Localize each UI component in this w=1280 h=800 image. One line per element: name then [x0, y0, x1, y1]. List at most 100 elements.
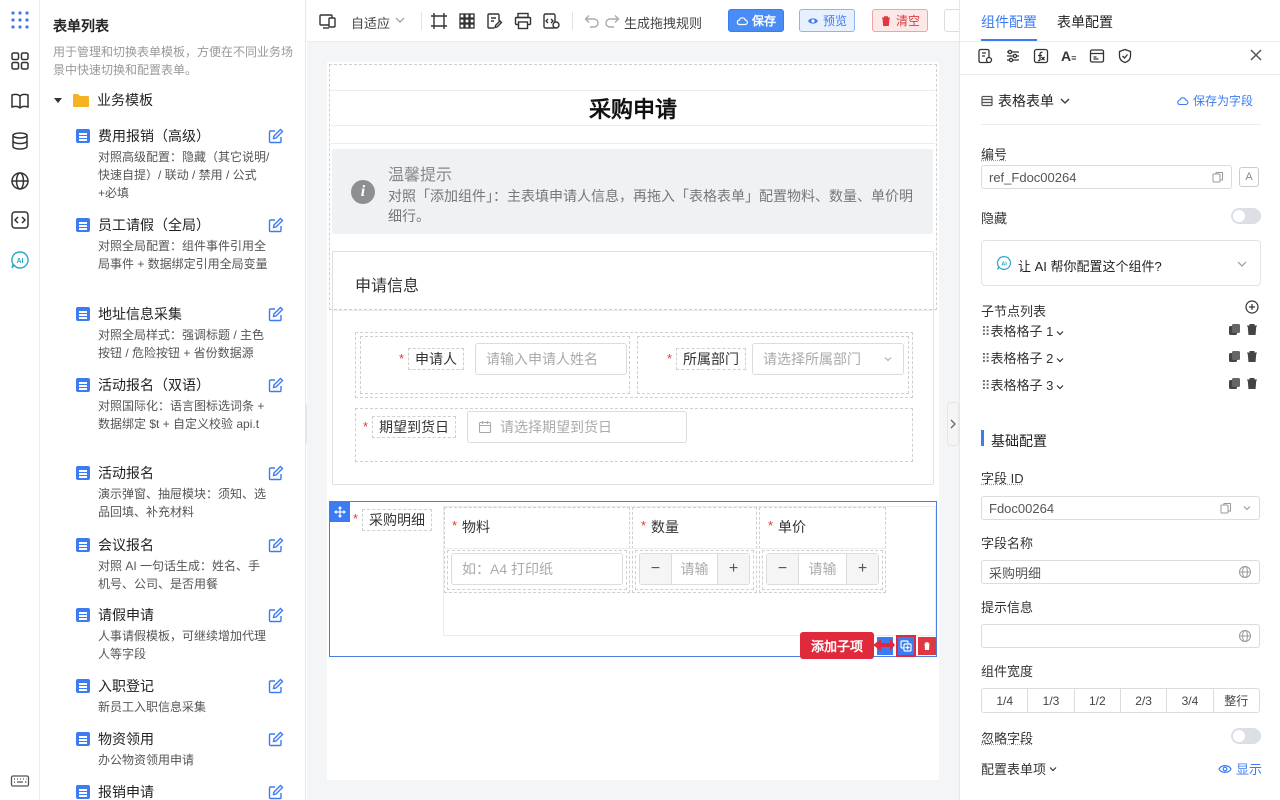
- child-node-item[interactable]: ⠿表格格子 3: [981, 375, 1261, 393]
- globe-icon[interactable]: [1238, 629, 1252, 643]
- chevron-down-icon[interactable]: [1242, 503, 1252, 513]
- table-form-selected[interactable]: * 采购明细 * 物料 * 数量 * 单价 如：A4 打印纸 − 请输 + − …: [329, 501, 937, 659]
- width-option[interactable]: 整行: [1214, 689, 1259, 712]
- config-items-toggle[interactable]: 配置表单项: [981, 759, 1058, 778]
- edit-icon[interactable]: [268, 678, 284, 694]
- edit-icon[interactable]: [268, 537, 284, 553]
- function-icon[interactable]: [1033, 48, 1049, 64]
- ai-config-box[interactable]: AI 让 AI 帮你配置这个组件?: [981, 240, 1261, 286]
- title-row[interactable]: 采购申请: [331, 90, 935, 126]
- trash-icon[interactable]: [1246, 323, 1258, 336]
- shield-icon[interactable]: [1117, 48, 1133, 64]
- tip-alert[interactable]: i 温馨提示 对照「添加组件」：主表填申请人信息，再拖入「表格表单」配置物料、数…: [332, 149, 933, 234]
- price-input[interactable]: 请输: [799, 554, 846, 584]
- close-panel-icon[interactable]: [1249, 48, 1263, 62]
- chevron-down-icon[interactable]: [1055, 328, 1065, 338]
- drag-handle[interactable]: [330, 502, 350, 522]
- copy-icon[interactable]: [1220, 502, 1232, 514]
- hint-input[interactable]: [981, 624, 1260, 648]
- style-sliders-icon[interactable]: [1005, 48, 1021, 64]
- components-icon[interactable]: [10, 51, 30, 71]
- price-plus-button[interactable]: +: [846, 554, 878, 584]
- adapt-select[interactable]: 自适应: [351, 13, 390, 32]
- dept-select[interactable]: 请选择所属部门: [752, 343, 904, 375]
- generate-drag-rule-button[interactable]: 生成拖拽规则: [624, 13, 702, 32]
- undo-icon[interactable]: [582, 12, 600, 30]
- copy-icon[interactable]: [1228, 350, 1241, 363]
- child-node-item[interactable]: ⠿表格格子 2: [981, 348, 1261, 366]
- edit-icon[interactable]: [268, 306, 284, 322]
- device-icon[interactable]: [319, 12, 337, 30]
- copy-icon[interactable]: [1228, 377, 1241, 390]
- child-node-item[interactable]: ⠿表格格子 1: [981, 321, 1261, 339]
- save-button[interactable]: 保存: [728, 9, 785, 32]
- add-child-icon[interactable]: [1245, 300, 1259, 314]
- edit-icon[interactable]: [268, 731, 284, 747]
- globe-icon[interactable]: [10, 171, 30, 191]
- price-stepper[interactable]: − 请输 +: [766, 553, 879, 585]
- preview-button[interactable]: 预览: [799, 9, 856, 32]
- copy-icon[interactable]: [1228, 323, 1241, 336]
- width-option[interactable]: 2/3: [1121, 689, 1168, 712]
- redo-icon[interactable]: [604, 12, 622, 30]
- trash-icon[interactable]: [1246, 350, 1258, 363]
- chevron-down-icon[interactable]: [394, 14, 408, 28]
- add-child-button[interactable]: [896, 635, 916, 657]
- price-minus-button[interactable]: −: [767, 554, 799, 584]
- more-button[interactable]: [944, 9, 959, 32]
- app-grid-icon[interactable]: [10, 10, 30, 30]
- qty-plus-button[interactable]: +: [717, 554, 749, 584]
- window-icon[interactable]: [1089, 48, 1105, 64]
- show-toggle[interactable]: 显示: [1218, 759, 1262, 778]
- book-icon[interactable]: [10, 91, 30, 111]
- database-icon[interactable]: [10, 131, 30, 151]
- trash-icon[interactable]: [1246, 377, 1258, 390]
- component-type-select[interactable]: 表格表单: [981, 91, 1071, 111]
- text-style-icon[interactable]: A≡: [1061, 48, 1076, 64]
- tab-component-config[interactable]: 组件配置: [981, 12, 1037, 32]
- date-picker[interactable]: 请选择期望到货日: [467, 411, 687, 443]
- width-option[interactable]: 1/3: [1028, 689, 1075, 712]
- chevron-down-icon[interactable]: [1055, 382, 1065, 392]
- qty-input[interactable]: 请输: [672, 554, 717, 584]
- attr-config-icon[interactable]: [977, 48, 993, 64]
- tab-form-config[interactable]: 表单配置: [1057, 12, 1113, 32]
- material-input[interactable]: 如：A4 打印纸: [451, 553, 623, 585]
- edit-icon[interactable]: [268, 465, 284, 481]
- edit-icon[interactable]: [268, 607, 284, 623]
- ignore-toggle[interactable]: [1231, 728, 1261, 744]
- save-as-field-button[interactable]: 保存为字段: [1176, 92, 1253, 109]
- frame-icon[interactable]: [430, 12, 448, 30]
- qrcode-icon[interactable]: [458, 12, 476, 30]
- copy-icon[interactable]: [1212, 171, 1224, 183]
- drag-grip-icon[interactable]: ⠿: [981, 324, 991, 339]
- qty-stepper[interactable]: − 请输 +: [639, 553, 750, 585]
- keyboard-icon[interactable]: [10, 771, 30, 791]
- text-mode-button[interactable]: A: [1239, 167, 1259, 187]
- edit-icon[interactable]: [268, 784, 284, 800]
- drag-grip-icon[interactable]: ⠿: [981, 351, 991, 366]
- globe-icon[interactable]: [1238, 565, 1252, 579]
- field-id-input[interactable]: Fdoc00264: [981, 496, 1260, 520]
- ai-assistant-icon[interactable]: AI: [10, 250, 30, 270]
- clear-button[interactable]: 清空: [872, 9, 929, 32]
- qty-minus-button[interactable]: −: [640, 554, 672, 584]
- caret-down-icon[interactable]: [53, 95, 63, 105]
- edit-icon[interactable]: [268, 217, 284, 233]
- width-option[interactable]: 3/4: [1167, 689, 1214, 712]
- chevron-down-icon[interactable]: [1055, 355, 1065, 365]
- applicant-input[interactable]: 请输入申请人姓名: [475, 343, 627, 375]
- edit-icon[interactable]: [268, 377, 284, 393]
- collapse-right-panel-button[interactable]: [947, 402, 959, 446]
- id-input[interactable]: ref_Fdoc00264: [981, 165, 1232, 189]
- edit-doc-icon[interactable]: [486, 12, 504, 30]
- edit-icon[interactable]: [268, 128, 284, 144]
- print-icon[interactable]: [514, 12, 532, 30]
- drag-grip-icon[interactable]: ⠿: [981, 378, 991, 393]
- field-name-input[interactable]: 采购明细: [981, 560, 1260, 584]
- delete-button[interactable]: [918, 637, 936, 655]
- code-icon[interactable]: [10, 210, 30, 230]
- width-option[interactable]: 1/2: [1075, 689, 1121, 712]
- json-icon[interactable]: [542, 12, 560, 30]
- width-option[interactable]: 1/4: [982, 689, 1029, 712]
